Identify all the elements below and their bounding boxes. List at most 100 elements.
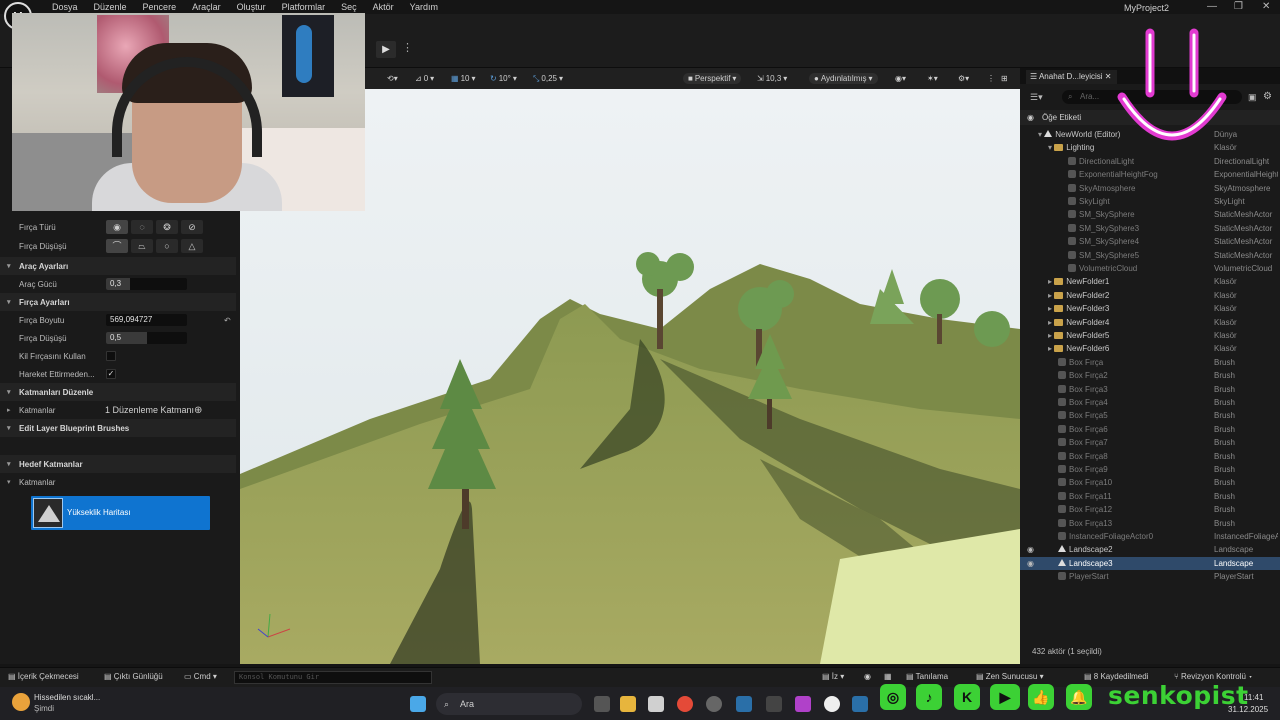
cmd-dropdown[interactable]: ▭ Cmd ▾ — [184, 672, 217, 681]
outliner-row[interactable]: SkyLight SkyLight — [1020, 195, 1280, 208]
rotation-snap-button[interactable]: ↻ 10° ▾ — [490, 74, 517, 83]
spherical-falloff-icon[interactable]: ○ — [156, 239, 178, 253]
taskbar-search-input[interactable]: ⌕ Ara — [436, 693, 582, 715]
outliner-row[interactable]: Box Fırça8 Brush — [1020, 450, 1280, 463]
transform-mode-icon[interactable]: ⟲▾ — [387, 74, 398, 83]
falloff-slider[interactable]: 0,5 — [106, 332, 187, 344]
maximize-button[interactable]: ❐ — [1234, 1, 1243, 12]
scale-snap-button[interactable]: ⤡ 0,25 ▾ — [533, 74, 563, 84]
pattern-brush-icon[interactable]: ❂ — [156, 220, 178, 234]
tip-falloff-icon[interactable]: △ — [181, 239, 203, 253]
minimize-button[interactable]: — — [1207, 1, 1217, 12]
menu-item[interactable]: Platformlar — [274, 2, 334, 12]
visualizer-icon[interactable]: ✶▾ — [927, 74, 938, 83]
outliner-row[interactable]: SM_SkySphere5 StaticMeshActor — [1020, 249, 1280, 262]
app-icon[interactable] — [795, 696, 811, 712]
outliner-settings-icon[interactable]: ⚙ — [1263, 91, 1272, 102]
task-view-icon[interactable] — [594, 696, 610, 712]
content-drawer-button[interactable]: ▤ İçerik Çekmecesi — [8, 672, 79, 681]
outliner-row[interactable]: Box Fırça5 Brush — [1020, 409, 1280, 422]
perspective-dropdown[interactable]: ■ Perspektif ▾ — [683, 73, 742, 84]
tool-strength-slider[interactable]: 0,3 — [106, 278, 187, 290]
menu-item[interactable]: Dosya — [44, 2, 86, 12]
outliner-row[interactable]: Box Fırça9 Brush — [1020, 463, 1280, 476]
menu-item[interactable]: Seç — [333, 2, 365, 12]
layout-icon[interactable]: ⊞ — [1001, 74, 1008, 83]
outliner-row[interactable]: Box Fırça11 Brush — [1020, 490, 1280, 503]
windows-start-icon[interactable] — [410, 696, 426, 712]
unsaved-button[interactable]: ▤ 8 Kaydedilmedi — [1084, 672, 1148, 681]
menu-item[interactable]: Yardım — [402, 2, 446, 12]
menu-item[interactable]: Aktör — [365, 2, 402, 12]
brush-settings-header[interactable]: ▾ Fırça Ayarları — [0, 293, 236, 311]
expand-icon[interactable]: ▸ — [7, 406, 11, 414]
output-log-button[interactable]: ▤ Çıktı Günlüğü — [104, 672, 163, 681]
outliner-row[interactable]: ▸ NewFolder3 Klasör — [1020, 302, 1280, 315]
brush-size-field[interactable]: 569,094727 — [106, 314, 187, 326]
fov-dropdown[interactable]: ⇲ 10,3 ▾ — [757, 74, 787, 83]
linear-falloff-icon[interactable]: ⏢ — [131, 239, 153, 253]
clay-brush-checkbox[interactable] — [106, 351, 116, 361]
outliner-row[interactable]: Box Fırça2 Brush — [1020, 369, 1280, 382]
outliner-row[interactable]: Box Fırça12 Brush — [1020, 503, 1280, 516]
play-options-icon[interactable]: ⋮ — [402, 41, 413, 54]
outliner-row[interactable]: ▸ NewFolder6 Klasör — [1020, 342, 1280, 355]
outliner-row[interactable]: Box Fırça Brush — [1020, 356, 1280, 369]
outliner-row[interactable]: InstancedFoliageActor0 InstancedFoliageAc… — [1020, 530, 1280, 543]
outliner-tab[interactable]: ☰ Anahat D...leyicisi ✕ — [1026, 70, 1118, 84]
record-icon[interactable]: ◉ — [864, 672, 871, 681]
move-checkbox[interactable]: ✓ — [106, 369, 116, 379]
outliner-row[interactable]: Box Fırça4 Brush — [1020, 396, 1280, 409]
outliner-row[interactable]: SM_SkySphere3 StaticMeshActor — [1020, 222, 1280, 235]
menu-item[interactable]: Oluştur — [229, 2, 274, 12]
menu-item[interactable]: Araçlar — [184, 2, 229, 12]
view-mode-dropdown[interactable]: ● Aydınlatılmış ▾ — [809, 73, 878, 84]
visibility-icon[interactable]: ◉ — [1027, 543, 1034, 556]
outliner-row[interactable]: ▸ NewFolder4 Klasör — [1020, 316, 1280, 329]
menu-item[interactable]: Düzenle — [86, 2, 135, 12]
file-explorer-icon[interactable] — [620, 696, 636, 712]
blueprint-brushes-header[interactable]: ▾ Edit Layer Blueprint Brushes — [0, 419, 236, 437]
weather-title[interactable]: Hissedilen sıcakl... — [34, 693, 100, 702]
trace-icon[interactable]: ▦ — [884, 672, 892, 681]
visibility-icon[interactable]: ◉ — [1027, 557, 1034, 570]
target-layers-header[interactable]: ▾ Hedef Katmanlar — [0, 455, 236, 473]
outliner-row[interactable]: ◉ Landscape2 Landscape — [1020, 543, 1280, 556]
unreal-taskbar-icon[interactable] — [824, 696, 840, 712]
outliner-row[interactable]: ▸ NewFolder2 Klasör — [1020, 289, 1280, 302]
outliner-row[interactable]: SM_SkySphere4 StaticMeshActor — [1020, 235, 1280, 248]
epic-games-icon[interactable] — [766, 696, 782, 712]
console-command-input[interactable]: Konsol Komutunu Gir — [234, 671, 432, 684]
add-folder-icon[interactable]: ▣ — [1248, 92, 1257, 103]
alpha-brush-icon[interactable]: ◌ — [131, 220, 153, 234]
outliner-row[interactable]: SkyAtmosphere SkyAtmosphere — [1020, 182, 1280, 195]
reset-icon[interactable]: ↶ — [224, 316, 231, 325]
outliner-row[interactable]: Box Fırça7 Brush — [1020, 436, 1280, 449]
show-icon[interactable]: ◉▾ — [895, 74, 906, 83]
component-brush-icon[interactable]: ⊘ — [181, 220, 203, 234]
outliner-row[interactable]: ▸ NewFolder1 Klasör — [1020, 275, 1280, 288]
derived-data-button[interactable]: ▤ Tanılama — [906, 672, 948, 681]
target-layers-sub[interactable]: ▾ Katmanlar — [0, 473, 236, 491]
play-button[interactable]: ▶ — [376, 41, 396, 58]
surface-snap-button[interactable]: ⊿ 0 ▾ — [415, 74, 434, 83]
store-icon[interactable] — [648, 696, 664, 712]
filter-icon[interactable]: ☰▾ — [1030, 92, 1043, 103]
circle-brush-icon[interactable]: ◉ — [106, 220, 128, 234]
viewport-options-icon[interactable]: ⋮ — [987, 74, 995, 83]
outliner-row[interactable]: Box Fırça6 Brush — [1020, 423, 1280, 436]
zen-server-button[interactable]: ▤ Zen Sunucusu ▾ — [976, 672, 1044, 681]
settings-icon[interactable]: ⚙▾ — [958, 74, 969, 83]
tracing-icon[interactable]: ▤ İz ▾ — [822, 672, 844, 681]
smooth-falloff-icon[interactable]: ⌒ — [106, 239, 128, 253]
tool-settings-header[interactable]: ▾ Araç Ayarları — [0, 257, 236, 275]
chrome-icon[interactable] — [677, 696, 693, 712]
outliner-row[interactable]: Box Fırça3 Brush — [1020, 383, 1280, 396]
outliner-row[interactable]: SM_SkySphere StaticMeshActor — [1020, 208, 1280, 221]
grid-snap-button[interactable]: ▦ 10 ▾ — [451, 74, 475, 83]
layers-row[interactable]: ▸ Katmanlar 1 Düzenleme Katmanı ⊕ — [0, 401, 236, 419]
outliner-row[interactable]: ▸ NewFolder5 Klasör — [1020, 329, 1280, 342]
layers-edit-header[interactable]: ▾ Katmanları Düzenle — [0, 383, 236, 401]
steam-taskbar-icon[interactable] — [852, 696, 868, 712]
close-button[interactable]: ✕ — [1262, 1, 1270, 12]
